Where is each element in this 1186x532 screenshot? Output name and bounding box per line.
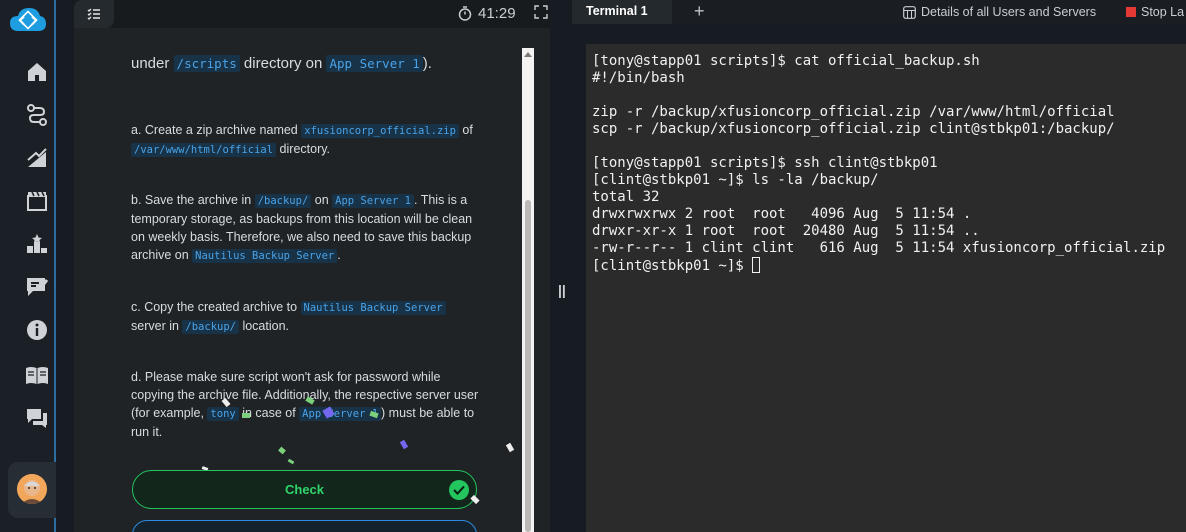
- confetti-piece: [242, 413, 250, 418]
- step-c-text: c. Copy the created archive to Nautilus …: [131, 298, 481, 336]
- video-icon[interactable]: [24, 188, 50, 214]
- nav-rail: [0, 0, 56, 532]
- stop-icon: [1126, 7, 1136, 17]
- app-root: 41:29 under /scripts directory on App Se…: [0, 0, 1186, 532]
- check-button-label: Check: [284, 482, 325, 497]
- feedback-icon[interactable]: [24, 274, 50, 300]
- terminal-lines: [tony@stapp01 scripts]$ cat official_bac…: [592, 53, 1180, 257]
- leaderboard-icon[interactable]: [24, 231, 50, 257]
- terminal-line: drwxr-xr-x 1 root root 20480 Aug 5 11:54…: [592, 223, 980, 239]
- info-icon[interactable]: [24, 317, 50, 343]
- progress-chart-icon[interactable]: [24, 145, 50, 171]
- timer-value: 41:29: [478, 4, 516, 22]
- terminal-prompt: [clint@stbkp01 ~]$: [592, 258, 753, 274]
- stop-lab-button[interactable]: Stop La: [1126, 4, 1184, 20]
- tab-terminal-1[interactable]: Terminal 1: [572, 0, 672, 24]
- terminal-line: total 32: [592, 189, 660, 205]
- home-icon[interactable]: [24, 59, 50, 85]
- confetti-piece: [505, 442, 515, 453]
- route-icon[interactable]: [24, 102, 50, 128]
- avatar[interactable]: [17, 474, 47, 504]
- terminal-line: [tony@stapp01 scripts]$ ssh clint@stbkp0…: [592, 155, 938, 171]
- details-label: Details of all Users and Servers: [921, 5, 1097, 19]
- grid-icon: [903, 5, 916, 19]
- chat-icon[interactable]: [24, 405, 50, 431]
- terminal-line: drwxrwxrwx 2 root root 4096 Aug 5 11:54 …: [592, 206, 972, 222]
- cloud-logo-icon[interactable]: [9, 7, 47, 33]
- terminal-output[interactable]: [tony@stapp01 scripts]$ cat official_bac…: [586, 44, 1186, 532]
- step-d-text: d. Please make sure script won't ask for…: [131, 370, 479, 439]
- next-button[interactable]: [132, 520, 477, 532]
- terminal-line: scp -r /backup/xfusioncorp_official.zip …: [592, 121, 1115, 137]
- expand-icon[interactable]: [534, 5, 548, 19]
- stopwatch-icon: [458, 5, 472, 21]
- confetti-piece: [399, 439, 409, 450]
- book-icon[interactable]: [24, 362, 50, 388]
- add-tab-button[interactable]: +: [694, 1, 705, 22]
- confetti-piece: [278, 446, 286, 455]
- task-scrollbar[interactable]: [522, 48, 534, 532]
- stop-label: Stop La: [1141, 5, 1185, 19]
- step-b-text: b. Save the archive in /backup/ on App S…: [131, 193, 473, 263]
- scrollbar-thumb[interactable]: [525, 200, 531, 532]
- check-button[interactable]: Check: [132, 470, 477, 509]
- panel-resize-handle[interactable]: ||: [558, 282, 566, 298]
- terminal-line: -rw-r--r-- 1 clint clint 616 Aug 5 11:54…: [592, 240, 1166, 256]
- terminal-line: zip -r /backup/xfusioncorp_official.zip …: [592, 104, 1115, 120]
- user-menu[interactable]: [8, 462, 56, 518]
- scroll-up-arrow-icon[interactable]: [524, 52, 532, 57]
- task-panel: 41:29 under /scripts directory on App Se…: [74, 0, 550, 532]
- details-link[interactable]: Details of all Users and Servers: [903, 4, 1096, 20]
- intro-text: under /scripts directory on App Server 1…: [131, 55, 432, 72]
- confetti-piece: [287, 458, 295, 465]
- checkmark-icon: [449, 480, 469, 500]
- terminal-line: [tony@stapp01 scripts]$ cat official_bac…: [592, 53, 980, 69]
- terminal-line: [clint@stbkp01 ~]$ ls -la /backup/: [592, 172, 879, 188]
- task-list-tab[interactable]: [74, 0, 114, 28]
- checklist-icon: [87, 8, 100, 20]
- timer: 41:29: [458, 3, 516, 23]
- task-panel-header: 41:29: [74, 0, 550, 28]
- step-a-text: a. Create a zip archive named xfusioncor…: [131, 123, 473, 157]
- terminal-line: #!/bin/bash: [592, 70, 685, 86]
- terminal-cursor: [752, 257, 761, 273]
